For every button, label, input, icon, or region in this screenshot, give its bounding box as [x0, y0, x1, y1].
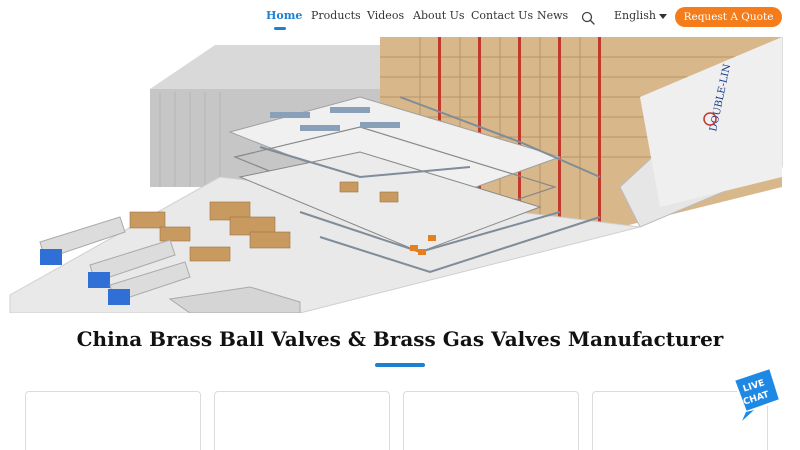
- hero-banner[interactable]: DOUBLE-LIN: [0, 37, 800, 313]
- nav-contact-us[interactable]: Contact Us: [471, 9, 533, 22]
- product-card[interactable]: [25, 391, 201, 450]
- nav-videos[interactable]: Videos: [367, 9, 404, 22]
- product-card[interactable]: [214, 391, 390, 450]
- search-icon[interactable]: [581, 11, 595, 25]
- title-underline: [375, 363, 425, 367]
- chevron-down-icon: [658, 13, 667, 19]
- nav-products[interactable]: Products: [311, 9, 361, 22]
- nav-home[interactable]: Home: [266, 9, 302, 22]
- product-card[interactable]: [403, 391, 579, 450]
- nav-active-indicator: [274, 27, 286, 30]
- request-quote-button[interactable]: Request A Quote: [675, 7, 782, 27]
- warehouse-illustration: DOUBLE-LIN: [9, 37, 783, 313]
- nav-about-us[interactable]: About Us: [413, 9, 465, 22]
- live-chat-icon[interactable]: LIVE CHAT: [730, 366, 784, 422]
- site-header: Home Products Videos About Us Contact Us…: [0, 0, 800, 36]
- language-selector[interactable]: English: [614, 9, 667, 22]
- language-label: English: [614, 9, 656, 22]
- page-title: China Brass Ball Valves & Brass Gas Valv…: [76, 327, 724, 351]
- nav-news[interactable]: News: [537, 9, 568, 22]
